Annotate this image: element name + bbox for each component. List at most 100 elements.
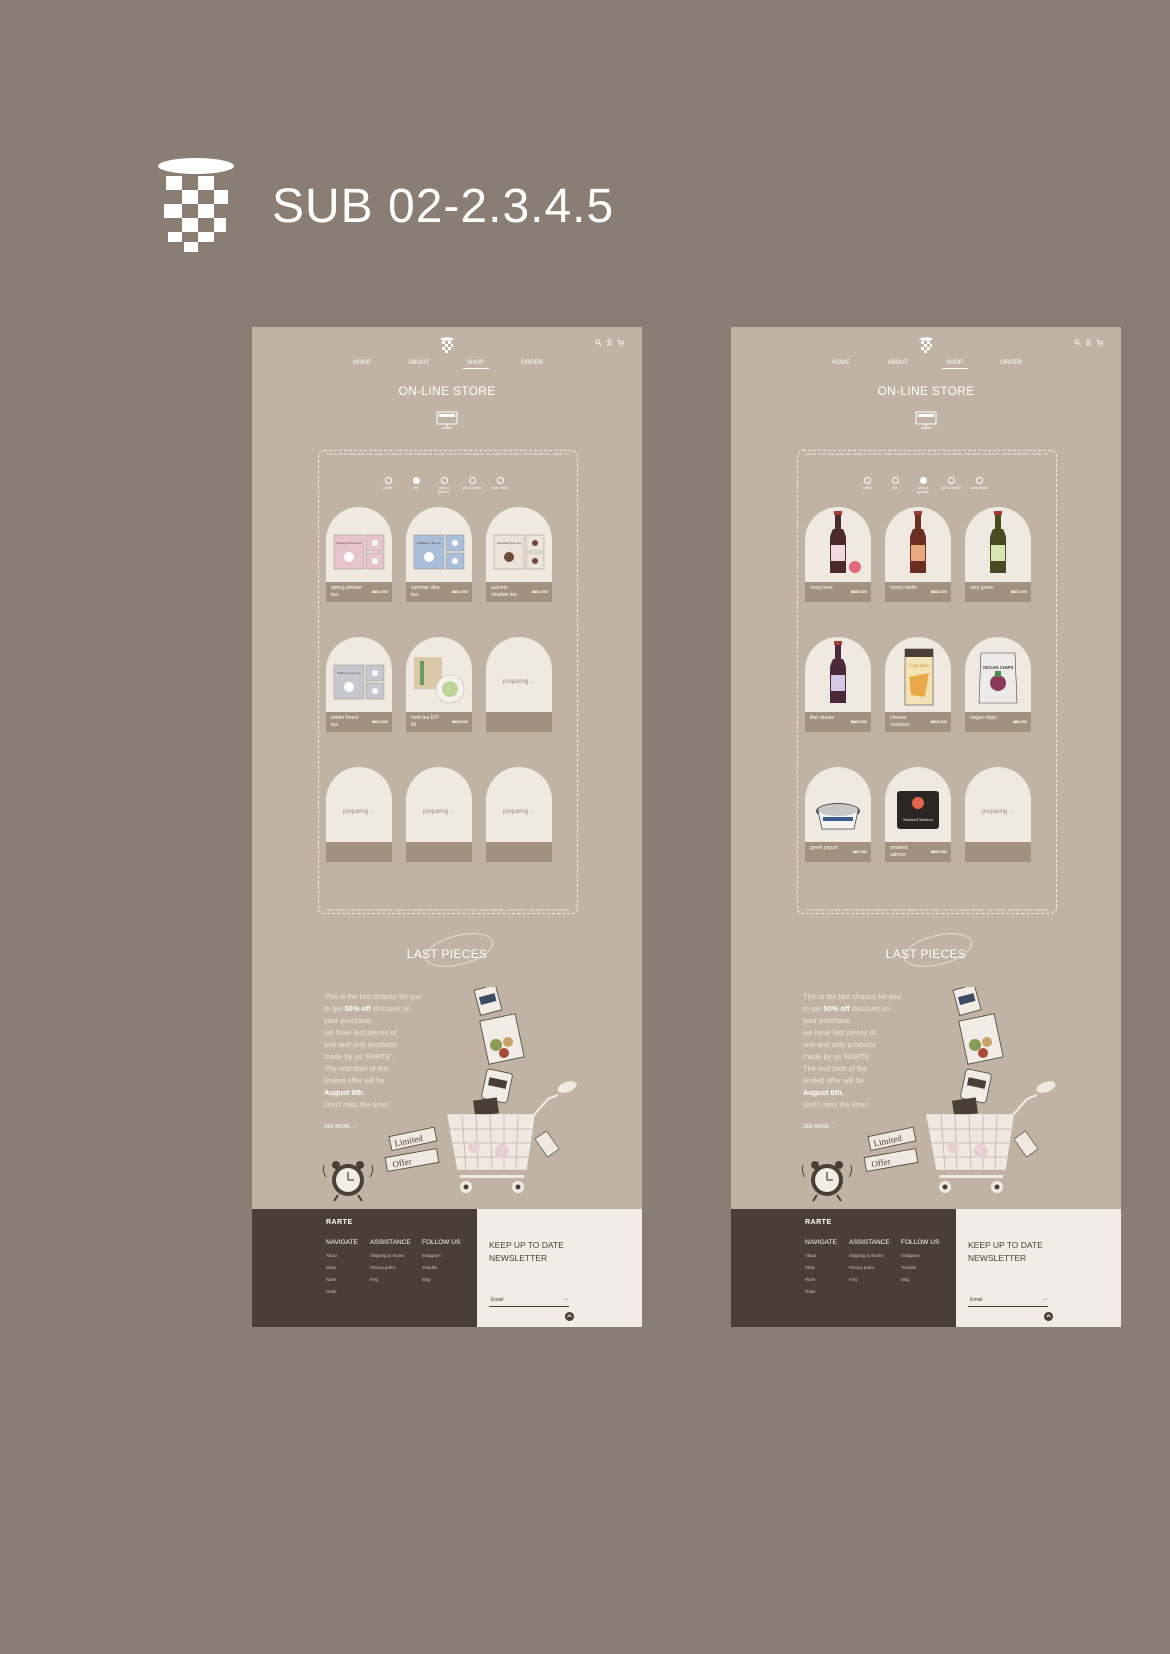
product-card[interactable]: crazy love ₩35,000 [805, 507, 871, 602]
product-card[interactable]: Summer vibe tea summer vibe tea ₩21,000 [406, 507, 472, 602]
nav-about[interactable]: ABOUT [870, 360, 927, 369]
product-card[interactable]: Crackers cheese crackers ₩15,000 [885, 637, 951, 732]
footer-link[interactable]: FAQ [370, 1277, 411, 1282]
product-card[interactable]: VEGAN CHIPS vegan chips ₩6,000 [965, 637, 1031, 732]
submit-arrow-icon[interactable]: → [563, 1296, 569, 1302]
product-image-arch[interactable]: Spring shower tea [326, 507, 392, 582]
user-icon[interactable] [1085, 339, 1092, 346]
category-hand-made[interactable]: hand made [969, 477, 989, 490]
product-card[interactable]: Autumn glow tea autumn shadow tea ₩21,000 [486, 507, 552, 602]
footer-link[interactable]: Rarte [326, 1277, 358, 1282]
product-image-arch[interactable]: preparing ... [486, 637, 552, 712]
category-tea[interactable]: tea [406, 477, 426, 490]
footer-link[interactable]: Privacy police [370, 1265, 411, 1270]
cart-icon[interactable] [1096, 339, 1103, 346]
nav-about[interactable]: ABOUT [391, 360, 448, 369]
radio-dot[interactable] [975, 477, 983, 484]
product-image-arch[interactable]: Crackers [885, 637, 951, 712]
product-card[interactable]: greek yogurt ₩7,000 [805, 767, 871, 862]
product-image-arch[interactable]: preparing ... [486, 767, 552, 842]
product-image-arch[interactable]: Winter forest tea [326, 637, 392, 712]
submit-arrow-icon[interactable]: → [1042, 1296, 1048, 1302]
footer-link[interactable]: About [326, 1253, 358, 1258]
product-image-arch[interactable]: preparing ... [406, 767, 472, 842]
rarte-logo-icon[interactable] [440, 337, 454, 353]
product-card[interactable]: preparing ... [486, 767, 552, 862]
footer-link[interactable]: Shop [805, 1265, 837, 1270]
email-field[interactable]: Email [968, 1297, 1048, 1307]
product-image-arch[interactable] [965, 507, 1031, 582]
category-coffee[interactable]: coffee [857, 477, 877, 490]
product-image-arch[interactable] [885, 507, 951, 582]
footer-link[interactable]: Shipping & returns [370, 1253, 411, 1258]
footer-link[interactable]: Shipping & returns [849, 1253, 890, 1258]
scroll-top-icon[interactable] [1044, 1312, 1053, 1321]
product-image-arch[interactable]: Autumn glow tea [486, 507, 552, 582]
footer-link[interactable]: Blog [901, 1277, 939, 1282]
category-wine-grocery[interactable]: wine & grocery [434, 477, 454, 494]
radio-dot[interactable] [891, 477, 899, 484]
product-card[interactable]: Winter forest tea winter forest tea ₩21,0… [326, 637, 392, 732]
product-card[interactable]: Spring shower tea spring shower tea ₩21,0… [326, 507, 392, 602]
footer-link[interactable]: FAQ [849, 1277, 890, 1282]
radio-dot[interactable] [863, 477, 871, 484]
footer-link[interactable]: Shop [326, 1265, 358, 1270]
footer-link[interactable]: Instagram [901, 1253, 939, 1258]
product-image-arch[interactable]: preparing ... [965, 767, 1031, 842]
nav-shop[interactable]: SHOP [462, 360, 489, 369]
product-card[interactable]: lilac dream ₩25,000 [805, 637, 871, 732]
product-card[interactable]: preparing ... [326, 767, 392, 862]
product-image-arch[interactable]: Summer vibe tea [406, 507, 472, 582]
product-image-arch[interactable] [805, 507, 871, 582]
category-hand-made[interactable]: hand made [490, 477, 510, 490]
cart-icon[interactable] [617, 339, 624, 346]
footer-link[interactable]: Blog [422, 1277, 460, 1282]
scroll-top-icon[interactable] [565, 1312, 574, 1321]
email-field[interactable]: Email [489, 1297, 569, 1307]
nav-shop[interactable]: SHOP [941, 360, 968, 369]
category-jam-bread[interactable]: jam & bread [462, 477, 482, 490]
product-card[interactable]: preparing ... [486, 637, 552, 732]
nav-home[interactable]: HOME [813, 360, 870, 369]
category-coffee[interactable]: coffee [378, 477, 398, 490]
search-icon[interactable] [595, 339, 602, 346]
footer-link[interactable]: Privacy police [849, 1265, 890, 1270]
radio-dot[interactable] [468, 477, 476, 484]
product-image-arch[interactable] [406, 637, 472, 712]
product-image-arch[interactable]: VEGAN CHIPS [965, 637, 1031, 712]
product-card[interactable]: honey melts ₩32,000 [885, 507, 951, 602]
product-image-arch[interactable]: preparing ... [326, 767, 392, 842]
product-card[interactable]: preparing ... [965, 767, 1031, 862]
category-wine-grocery[interactable]: wine & grocery [913, 477, 933, 494]
footer-link[interactable]: Youtube [422, 1265, 460, 1270]
product-card[interactable]: Smoked Salmon smoked salmon ₩30,000 [885, 767, 951, 862]
product-card[interactable]: preparing ... [406, 767, 472, 862]
user-icon[interactable] [606, 339, 613, 346]
nav-order[interactable]: ORDER [983, 360, 1040, 369]
footer-brand[interactable]: RARTE [805, 1219, 832, 1226]
category-jam-bread[interactable]: jam & bread [941, 477, 961, 490]
rarte-logo-icon[interactable] [919, 337, 933, 353]
radio-dot[interactable] [496, 477, 504, 484]
footer-link[interactable]: Youtube [901, 1265, 939, 1270]
footer-link[interactable]: About [805, 1253, 837, 1258]
footer-link[interactable]: Order [805, 1289, 837, 1294]
product-image-arch[interactable] [805, 767, 871, 842]
footer-link[interactable]: Rarte [805, 1277, 837, 1282]
product-card[interactable]: herb tea DIY kit ₩29,000 [406, 637, 472, 732]
radio-dot[interactable] [440, 477, 448, 484]
product-card[interactable]: very green ₩37,000 [965, 507, 1031, 602]
nav-order[interactable]: ORDER [504, 360, 561, 369]
radio-dot[interactable] [919, 477, 927, 484]
radio-dot[interactable] [412, 477, 420, 484]
category-tea[interactable]: tea [885, 477, 905, 490]
product-image-arch[interactable]: Smoked Salmon [885, 767, 951, 842]
radio-dot[interactable] [384, 477, 392, 484]
footer-link[interactable]: Instagram [422, 1253, 460, 1258]
search-icon[interactable] [1074, 339, 1081, 346]
nav-home[interactable]: HOME [334, 360, 391, 369]
radio-dot[interactable] [947, 477, 955, 484]
product-image-arch[interactable] [805, 637, 871, 712]
footer-link[interactable]: Order [326, 1289, 358, 1294]
footer-brand[interactable]: RARTE [326, 1219, 353, 1226]
